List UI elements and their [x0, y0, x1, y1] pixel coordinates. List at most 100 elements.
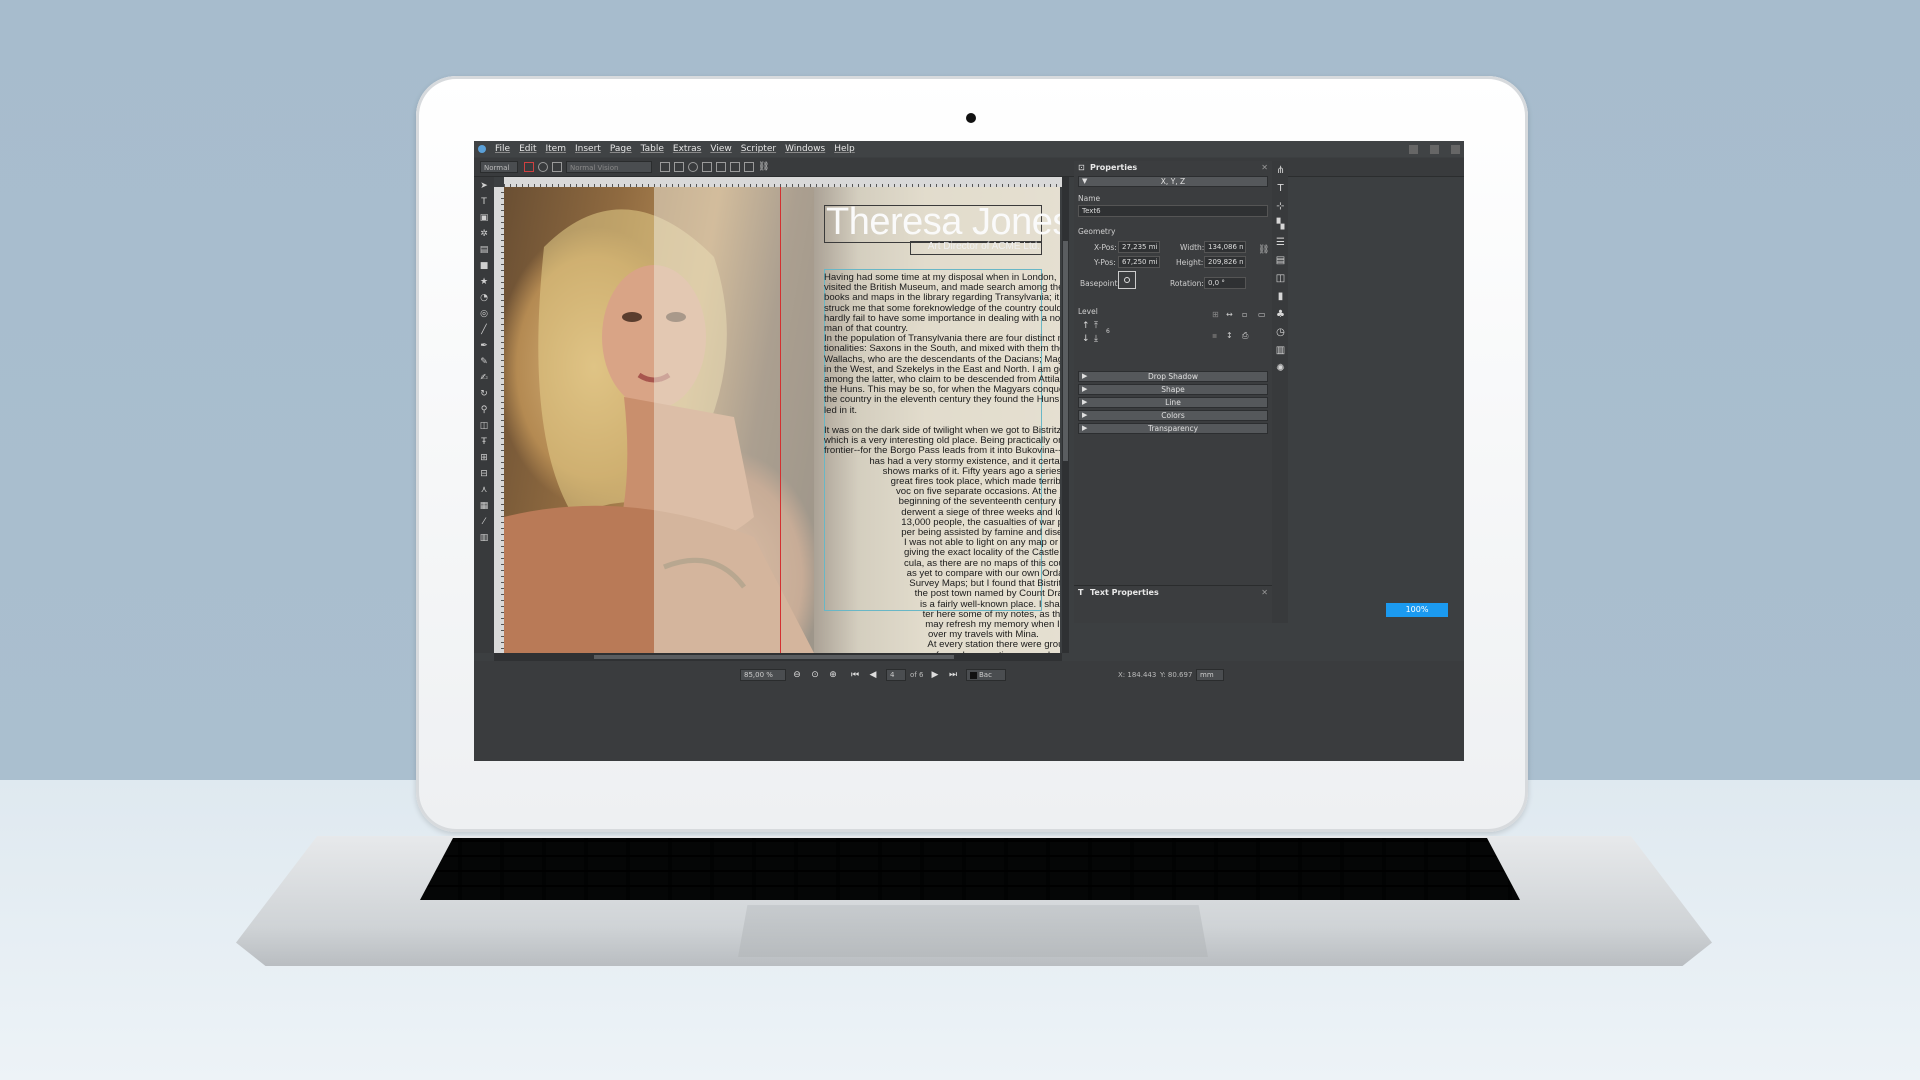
raise-icon[interactable]: ↑ — [1082, 321, 1090, 331]
symbols-icon[interactable]: ♣ — [1275, 309, 1286, 320]
image-frame-icon[interactable]: ▣ — [479, 213, 489, 223]
section-shape[interactable]: ▶ Shape — [1078, 384, 1268, 395]
text-frame-icon[interactable]: T — [479, 197, 489, 207]
text-properties-header[interactable]: T Text Properties ✕ — [1074, 585, 1274, 600]
close-button[interactable] — [1451, 144, 1460, 154]
xyz-section[interactable]: ▼ X, Y, Z — [1078, 176, 1268, 187]
printable-icon[interactable]: ⎙ — [1242, 331, 1248, 341]
menu-extras[interactable]: Extras — [673, 144, 701, 154]
menu-help[interactable]: Help — [834, 144, 855, 154]
menu-table[interactable]: Table — [641, 144, 664, 154]
combo-box-icon[interactable] — [716, 162, 726, 172]
copy-properties-icon[interactable]: ▦ — [479, 501, 489, 511]
width-input[interactable]: 134,086 n — [1204, 241, 1246, 253]
panel-close-icon[interactable]: ✕ — [1261, 586, 1268, 600]
ypos-input[interactable]: 67,250 mi — [1118, 256, 1160, 268]
menu-windows[interactable]: Windows — [785, 144, 825, 154]
lower-to-bottom-icon[interactable]: ⤓ — [1094, 334, 1098, 344]
bookmarks-icon[interactable]: ▮ — [1275, 291, 1286, 302]
list-box-icon[interactable] — [730, 162, 740, 172]
menu-edit[interactable]: Edit — [519, 144, 536, 154]
menu-view[interactable]: View — [710, 144, 731, 154]
align-grid-icon[interactable]: ⊞ — [1212, 310, 1219, 319]
xpos-input[interactable]: 27,235 mi — [1118, 241, 1160, 253]
maximize-button[interactable] — [1430, 144, 1439, 154]
first-page-icon[interactable]: ⏮ — [850, 670, 860, 680]
flip-vertical-icon[interactable]: ↕ — [1226, 331, 1233, 340]
layer-select[interactable]: Bac — [966, 669, 1006, 681]
rotation-input[interactable]: 0,0 ° — [1204, 277, 1246, 289]
table-icon[interactable]: ▤ — [479, 245, 489, 255]
pdf-tools-icon[interactable]: ▥ — [479, 533, 489, 543]
no-print-icon[interactable]: ▪ — [1212, 331, 1217, 340]
page-number-field[interactable]: 4 — [886, 669, 906, 681]
basepoint-selector[interactable] — [1118, 271, 1136, 289]
vision-mode-select[interactable]: Normal Vision — [566, 161, 652, 173]
layers-icon[interactable]: ☰ — [1275, 237, 1286, 248]
unit-select[interactable]: mm — [1196, 669, 1224, 681]
radio-tool-icon[interactable] — [688, 162, 698, 172]
align-distribute-icon[interactable]: ⊹ — [1275, 201, 1286, 212]
section-drop-shadow[interactable]: ▶ Drop Shadow — [1078, 371, 1268, 382]
line-icon[interactable]: ╱ — [479, 325, 489, 335]
spiral-icon[interactable]: ◎ — [479, 309, 489, 319]
color-management-icon[interactable] — [524, 162, 534, 172]
edit-text-icon[interactable]: Ŧ — [479, 437, 489, 447]
bezier-icon[interactable]: ✒ — [479, 341, 489, 351]
freehand-icon[interactable]: ✎ — [479, 357, 489, 367]
zoom-out-icon[interactable]: ⊖ — [792, 670, 802, 680]
render-frame-icon[interactable]: ✲ — [479, 229, 489, 239]
menu-scripter[interactable]: Scripter — [741, 144, 776, 154]
lower-icon[interactable]: ↓ — [1082, 334, 1090, 344]
edit-in-preview-icon[interactable] — [552, 162, 562, 172]
section-colors[interactable]: ▶ Colors — [1078, 410, 1268, 421]
select-frame-icon[interactable] — [660, 162, 670, 172]
pages-icon[interactable]: ◫ — [1275, 273, 1286, 284]
preview-eye-icon[interactable] — [538, 162, 548, 172]
menu-page[interactable]: Page — [610, 144, 632, 154]
menu-item[interactable]: Item — [546, 144, 567, 154]
raise-to-top-icon[interactable]: ⤒ — [1094, 321, 1098, 331]
text-field-icon[interactable] — [702, 162, 712, 172]
link-frames-icon[interactable]: ⊞ — [479, 453, 489, 463]
history-icon[interactable]: ◷ — [1275, 327, 1286, 338]
edit-contents-icon[interactable]: ◫ — [479, 421, 489, 431]
menu-file[interactable]: File — [495, 144, 510, 154]
zoom-in-icon[interactable]: ⊕ — [828, 670, 838, 680]
minimize-button[interactable] — [1409, 144, 1418, 154]
zoom-field[interactable]: 85,00 % — [740, 669, 786, 681]
menu-insert[interactable]: Insert — [575, 144, 601, 154]
name-input[interactable]: Text6 — [1078, 205, 1268, 217]
edit-mode-select[interactable]: Normal — [480, 161, 518, 173]
zoom-100-icon[interactable]: ⊙ — [810, 670, 820, 680]
text-properties-icon[interactable]: T — [1275, 183, 1286, 194]
rotate-icon[interactable]: ↻ — [479, 389, 489, 399]
horizontal-scroll-thumb[interactable] — [594, 655, 954, 659]
link-icon[interactable]: ⛓ — [758, 162, 769, 172]
next-page-icon[interactable]: ▶ — [930, 670, 940, 680]
effects-icon[interactable]: ✺ — [1275, 363, 1286, 374]
library-icon[interactable]: ▥ — [1275, 345, 1286, 356]
node-edit-icon[interactable]: ⋔ — [1275, 165, 1286, 176]
unlink-frames-icon[interactable]: ⊟ — [479, 469, 489, 479]
lock-size-icon[interactable]: ▭ — [1258, 310, 1266, 319]
section-line[interactable]: ▶ Line — [1078, 397, 1268, 408]
last-page-icon[interactable]: ⏭ — [948, 670, 958, 680]
view-zoom-button[interactable]: 100% — [1386, 603, 1448, 617]
keep-ratio-icon[interactable]: ⛓ — [1258, 245, 1269, 255]
scrapbook-icon[interactable]: ▚ — [1275, 219, 1286, 230]
zoom-icon[interactable]: ⚲ — [479, 405, 489, 415]
arc-icon[interactable]: ◔ — [479, 293, 489, 303]
shape-icon[interactable]: ■ — [479, 261, 489, 271]
outline-icon[interactable]: ▤ — [1275, 255, 1286, 266]
section-transparency[interactable]: ▶ Transparency — [1078, 423, 1268, 434]
vertical-scroll-thumb[interactable] — [1063, 241, 1068, 461]
measure-icon[interactable]: ⋏ — [479, 485, 489, 495]
prev-page-icon[interactable]: ◀ — [868, 670, 878, 680]
eyedropper-icon[interactable]: ⁄ — [479, 517, 489, 527]
polygon-icon[interactable]: ★ — [479, 277, 489, 287]
panel-close-icon[interactable]: ✕ — [1261, 161, 1268, 175]
lock-icon[interactable]: ▫ — [1242, 310, 1247, 319]
height-input[interactable]: 209,826 n — [1204, 256, 1246, 268]
calligraphic-icon[interactable]: ✍ — [479, 373, 489, 383]
